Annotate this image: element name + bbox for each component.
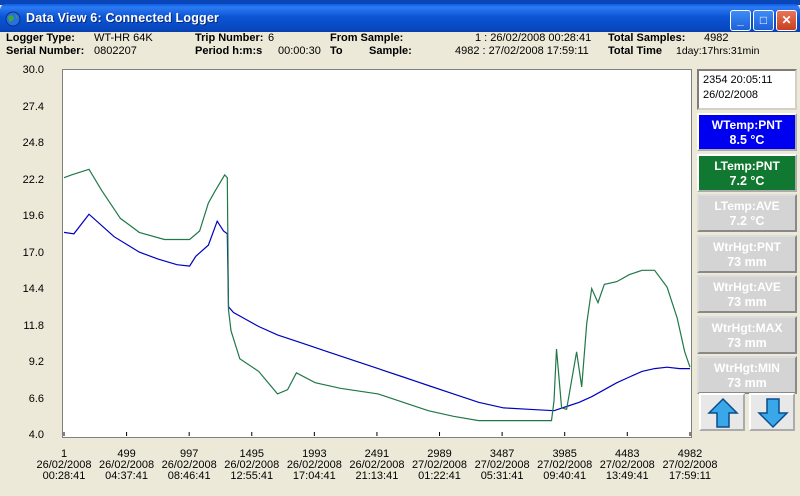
period-value: 00:00:30 — [278, 45, 321, 57]
x-tick-label: 2491 26/02/2008 21:13:41 — [349, 449, 404, 482]
y-tick-label: 22.2 — [22, 173, 44, 186]
x-tick-label: 1993 26/02/2008 17:04:41 — [287, 449, 342, 482]
minimize-button[interactable]: _ — [730, 10, 751, 31]
channel-button-wtrhgt-max[interactable]: WtrHgt:MAX 73 mm — [697, 315, 797, 354]
y-tick-label: 17.0 — [22, 246, 44, 259]
channel-value: 7.2 °C — [729, 173, 765, 188]
channel-value: 7.2 °C — [729, 214, 765, 228]
x-tick-time: 13:49:41 — [605, 470, 649, 482]
from-sample-value: 1 : 26/02/2008 00:28:41 — [475, 32, 592, 44]
x-tick-label: 3487 27/02/2008 05:31:41 — [475, 449, 530, 482]
close-button[interactable]: ✕ — [776, 10, 797, 31]
channel-button-ltemp-pnt[interactable]: LTemp:PNT 7.2 °C — [697, 153, 797, 192]
channel-value: 73 mm — [727, 335, 767, 350]
channel-value: 73 mm — [727, 376, 767, 390]
y-tick-label: 24.8 — [22, 137, 44, 149]
window-title: Data View 6: Connected Logger — [26, 11, 220, 25]
x-tick-label: 1 26/02/2008 00:28:41 — [36, 449, 91, 482]
scroll-down-button[interactable] — [749, 393, 795, 431]
maximize-button[interactable]: □ — [753, 10, 774, 31]
y-tick-label: 27.4 — [22, 100, 44, 113]
logger-type-label: Logger Type: — [6, 32, 75, 44]
x-tick-label: 1495 26/02/2008 12:55:41 — [224, 449, 279, 482]
serial-number-label: Serial Number: — [6, 45, 85, 57]
channel-button-ltemp-ave[interactable]: LTemp:AVE 7.2 °C — [697, 194, 797, 232]
x-tick-time: 21:13:41 — [355, 470, 399, 482]
down-arrow-icon — [757, 398, 789, 429]
channel-button-wtrhgt-ave[interactable]: WtrHgt:AVE 73 mm — [697, 275, 797, 313]
channel-name: WtrHgt:PNT — [713, 239, 781, 254]
y-tick-label: 6.6 — [28, 392, 44, 405]
channel-name: WtrHgt:MIN — [714, 361, 780, 375]
channel-button-wtrhgt-pnt[interactable]: WtrHgt:PNT 73 mm — [697, 234, 797, 273]
to-sample-label: Sample: — [369, 45, 412, 57]
cursor-sample-time: 2354 20:05:11 — [703, 74, 773, 86]
to-sample-value: 4982 : 27/02/2008 17:59:11 — [455, 45, 589, 57]
channel-value: 73 mm — [727, 295, 767, 309]
temperature-chart[interactable] — [63, 70, 691, 437]
channel-name: WtrHgt:AVE — [713, 280, 781, 294]
x-tick-label: 4982 27/02/2008 17:59:11 — [662, 449, 717, 482]
channel-button-wtemp-pnt[interactable]: WTemp:PNT 8.5 °C — [697, 113, 797, 151]
up-arrow-icon — [707, 397, 739, 428]
x-tick-label: 3985 27/02/2008 09:40:41 — [537, 449, 592, 482]
trip-number-label: Trip Number: — [195, 32, 264, 44]
logger-info-panel: Logger Type: WT-HR 64K Serial Number: 08… — [0, 30, 800, 60]
x-tick-time: 00:28:41 — [42, 470, 86, 482]
to-label: To — [330, 45, 343, 57]
x-tick-time: 08:46:41 — [167, 470, 211, 482]
period-label: Period h:m:s — [195, 45, 263, 57]
x-tick-label: 4483 27/02/2008 13:49:41 — [600, 449, 655, 482]
globe-icon — [5, 11, 21, 27]
x-tick-time: 17:04:41 — [292, 470, 336, 482]
x-tick-label: 997 26/02/2008 08:46:41 — [162, 449, 217, 482]
x-tick-time: 05:31:41 — [480, 470, 524, 482]
y-tick-label: 11.8 — [23, 319, 44, 332]
channel-value: 73 mm — [727, 254, 767, 269]
total-time-label: Total Time — [608, 45, 662, 57]
logger-type-value: WT-HR 64K — [94, 32, 153, 44]
y-tick-label: 9.2 — [28, 356, 44, 368]
series-line-wtemp-pnt — [63, 213, 690, 412]
total-time-value: 1day:17hrs:31min — [676, 45, 760, 57]
x-tick-label: 499 26/02/2008 04:37:41 — [99, 449, 154, 482]
y-tick-label: 30.0 — [22, 64, 44, 76]
chart-plot-area[interactable] — [62, 69, 692, 438]
x-tick-time: 04:37:41 — [105, 470, 148, 482]
x-tick-time: 01:22:41 — [418, 470, 461, 482]
scroll-up-button[interactable] — [699, 393, 745, 431]
y-tick-label: 19.6 — [22, 210, 44, 222]
serial-number-value: 0802207 — [94, 45, 137, 57]
channel-value: 8.5 °C — [729, 133, 765, 147]
logger-window: Data View 6: Connected Logger _ □ ✕ Logg… — [0, 0, 800, 496]
cursor-date: 26/02/2008 — [703, 89, 759, 101]
x-tick-label: 2989 27/02/2008 01:22:41 — [412, 449, 467, 482]
series-line-ltemp-pnt — [63, 168, 691, 422]
total-samples-value: 4982 — [704, 32, 729, 44]
from-sample-label: From Sample: — [330, 32, 404, 44]
channel-name: LTemp:AVE — [714, 199, 780, 213]
x-tick-time: 09:40:41 — [543, 470, 587, 482]
total-samples-label: Total Samples: — [608, 32, 686, 44]
y-tick-label: 4.0 — [28, 429, 44, 441]
y-tick-label: 14.4 — [22, 283, 44, 295]
channel-name: WtrHgt:MAX — [711, 320, 783, 335]
trip-number-value: 6 — [268, 32, 275, 44]
cursor-readout: 2354 20:05:11 26/02/2008 — [697, 69, 797, 110]
channel-button-wtrhgt-min[interactable]: WtrHgt:MIN 73 mm — [697, 356, 797, 394]
x-tick-time: 12:55:41 — [230, 470, 274, 482]
channel-name: LTemp:PNT — [714, 158, 780, 173]
title-bar[interactable]: Data View 6: Connected Logger _ □ ✕ — [0, 4, 800, 32]
channel-name: WTemp:PNT — [711, 118, 783, 132]
x-tick-time: 17:59:11 — [668, 470, 711, 482]
